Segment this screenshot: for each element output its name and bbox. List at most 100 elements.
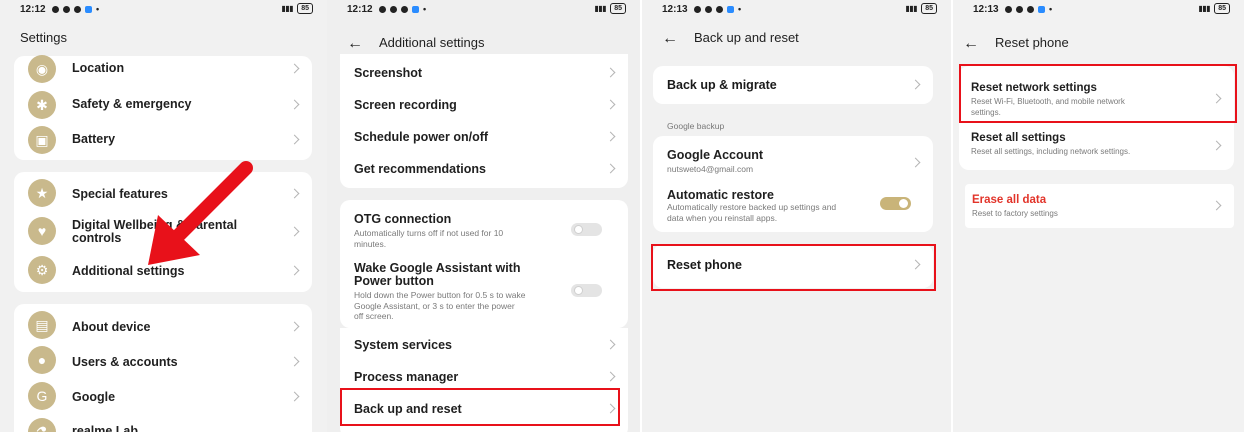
settings-item-screenshot[interactable]: Screenshot <box>340 58 628 88</box>
chevron-right-icon <box>910 79 921 90</box>
status-bar: 12:13 • ▮▮▮ 85 <box>953 0 1244 20</box>
settings-item-battery[interactable]: ▣ Battery <box>14 126 312 158</box>
notification-icon <box>705 5 712 13</box>
automatic-restore-toggle[interactable] <box>880 197 911 210</box>
highlight-box <box>340 388 620 426</box>
more-icon: • <box>738 4 742 14</box>
chevron-right-icon <box>289 391 300 402</box>
signal-icon: ▮▮▮ <box>594 4 607 13</box>
settings-item-users-accounts[interactable]: ● Users & accounts <box>14 346 312 376</box>
settings-item-screen-recording[interactable]: Screen recording <box>340 90 628 120</box>
settings-item-about-device[interactable]: ▤ About device <box>14 310 312 340</box>
settings-item-google[interactable]: G Google <box>14 382 312 412</box>
settings-item-system-services[interactable]: System services <box>340 330 628 360</box>
chevron-right-icon <box>289 63 300 74</box>
signal-icon: ▮▮▮ <box>281 4 294 13</box>
notification-icon <box>390 5 397 13</box>
status-time: 12:13 <box>973 4 999 15</box>
more-icon: • <box>1049 4 1053 14</box>
highlight-box <box>651 244 936 291</box>
notification-icon <box>1027 5 1034 13</box>
settings-group: ▤ About device ● Users & accounts G Goog… <box>14 304 312 432</box>
settings-group: OTG connection Automatically turns off i… <box>340 200 628 328</box>
settings-item-wake-google-assistant[interactable]: Wake Google Assistant with Power button … <box>340 260 628 326</box>
settings-item-erase-all-data[interactable]: Erase all data Reset to factory settings <box>965 184 1234 228</box>
arrow-shaft <box>169 161 253 245</box>
chevron-right-icon <box>605 99 616 110</box>
battery-status: 85 <box>921 3 937 14</box>
chevron-right-icon <box>605 131 616 142</box>
back-arrow-icon[interactable]: ← <box>963 35 979 52</box>
settings-item-safety[interactable]: ✱ Safety & emergency <box>14 91 312 123</box>
settings-item-location[interactable]: ◉ Location <box>14 55 312 88</box>
status-bar: 12:13 • ▮▮▮ 85 <box>642 0 951 20</box>
notification-icon <box>401 5 408 13</box>
settings-item-otg-connection[interactable]: OTG connection Automatically turns off i… <box>340 210 628 250</box>
google-icon: G <box>28 382 56 410</box>
chevron-right-icon <box>605 339 616 350</box>
app-icon <box>727 5 734 13</box>
star-icon: ★ <box>28 179 56 207</box>
app-icon <box>412 5 419 13</box>
page-title: Settings <box>20 30 67 45</box>
wake-assistant-toggle[interactable] <box>571 284 602 297</box>
asterisk-icon: ✱ <box>28 91 56 119</box>
back-up-and-reset-screen: 12:13 • ▮▮▮ 85 ← Back up and reset Back up… <box>642 0 951 432</box>
page-title: Back up and reset <box>694 30 799 45</box>
battery-status: 85 <box>1214 3 1230 14</box>
notification-icon <box>1005 5 1012 13</box>
chevron-right-icon <box>289 99 300 110</box>
chevron-right-icon <box>289 226 300 237</box>
settings-item-realme-lab[interactable]: ⚗ realme Lab <box>14 416 312 432</box>
settings-item-schedule-power[interactable]: Schedule power on/off <box>340 122 628 152</box>
status-time: 12:13 <box>662 4 688 15</box>
battery-status: 85 <box>610 3 626 14</box>
additional-settings-screen: 12:12 • ▮▮▮ 85 ← Additional settings Scree… <box>327 0 640 432</box>
lab-icon: ⚗ <box>28 418 56 432</box>
settings-item-google-account[interactable]: Google Account nutsweto4@gmail.com <box>653 142 933 182</box>
settings-item-get-recommendations[interactable]: Get recommendations <box>340 154 628 184</box>
device-icon: ▤ <box>28 311 56 339</box>
status-bar: 12:12 • ▮▮▮ 85 <box>0 0 327 20</box>
chevron-right-icon <box>289 265 300 276</box>
settings-group: Screenshot Screen recording Schedule pow… <box>340 54 628 188</box>
chevron-right-icon <box>289 321 300 332</box>
app-icon <box>1038 5 1045 13</box>
highlight-box <box>959 64 1237 123</box>
chevron-right-icon <box>910 157 921 168</box>
more-icon: • <box>96 4 100 14</box>
section-header: Google backup <box>667 121 725 131</box>
back-arrow-icon[interactable]: ← <box>662 30 678 47</box>
chevron-right-icon <box>605 163 616 174</box>
chevron-right-icon <box>289 134 300 145</box>
reset-phone-screen: 12:13 • ▮▮▮ 85 ← Reset phone Reset network… <box>953 0 1244 432</box>
notification-icon <box>716 5 723 13</box>
otg-toggle[interactable] <box>571 223 602 236</box>
settings-item-automatic-restore[interactable]: Automatic restore Automatically restore … <box>653 184 933 228</box>
status-bar: 12:12 • ▮▮▮ 85 <box>327 0 640 20</box>
settings-item-back-up-migrate[interactable]: Back up & migrate <box>653 66 933 104</box>
back-arrow-icon[interactable]: ← <box>347 35 363 52</box>
user-icon: ● <box>28 346 56 374</box>
status-time: 12:12 <box>20 4 46 15</box>
settings-group: Google Account nutsweto4@gmail.com Autom… <box>653 136 933 232</box>
app-icon <box>85 5 92 13</box>
chevron-right-icon <box>289 356 300 367</box>
battery-icon: ▣ <box>28 126 56 154</box>
notification-icon <box>63 5 70 13</box>
page-title: Additional settings <box>379 35 485 50</box>
wellbeing-icon: ♥ <box>28 217 56 245</box>
red-arrow-annotation <box>148 161 253 265</box>
page-title: Reset phone <box>995 35 1069 50</box>
battery-status: 85 <box>297 3 313 14</box>
gear-icon: ⚙ <box>28 256 56 284</box>
location-icon: ◉ <box>28 55 56 83</box>
notification-icon <box>379 5 386 13</box>
chevron-right-icon <box>1211 200 1222 211</box>
chevron-right-icon <box>289 188 300 199</box>
settings-item-reset-all[interactable]: Reset all settings Reset all settings, i… <box>959 126 1234 166</box>
more-icon: • <box>423 4 427 14</box>
signal-icon: ▮▮▮ <box>1198 4 1211 13</box>
chevron-right-icon <box>605 371 616 382</box>
signal-icon: ▮▮▮ <box>905 4 918 13</box>
